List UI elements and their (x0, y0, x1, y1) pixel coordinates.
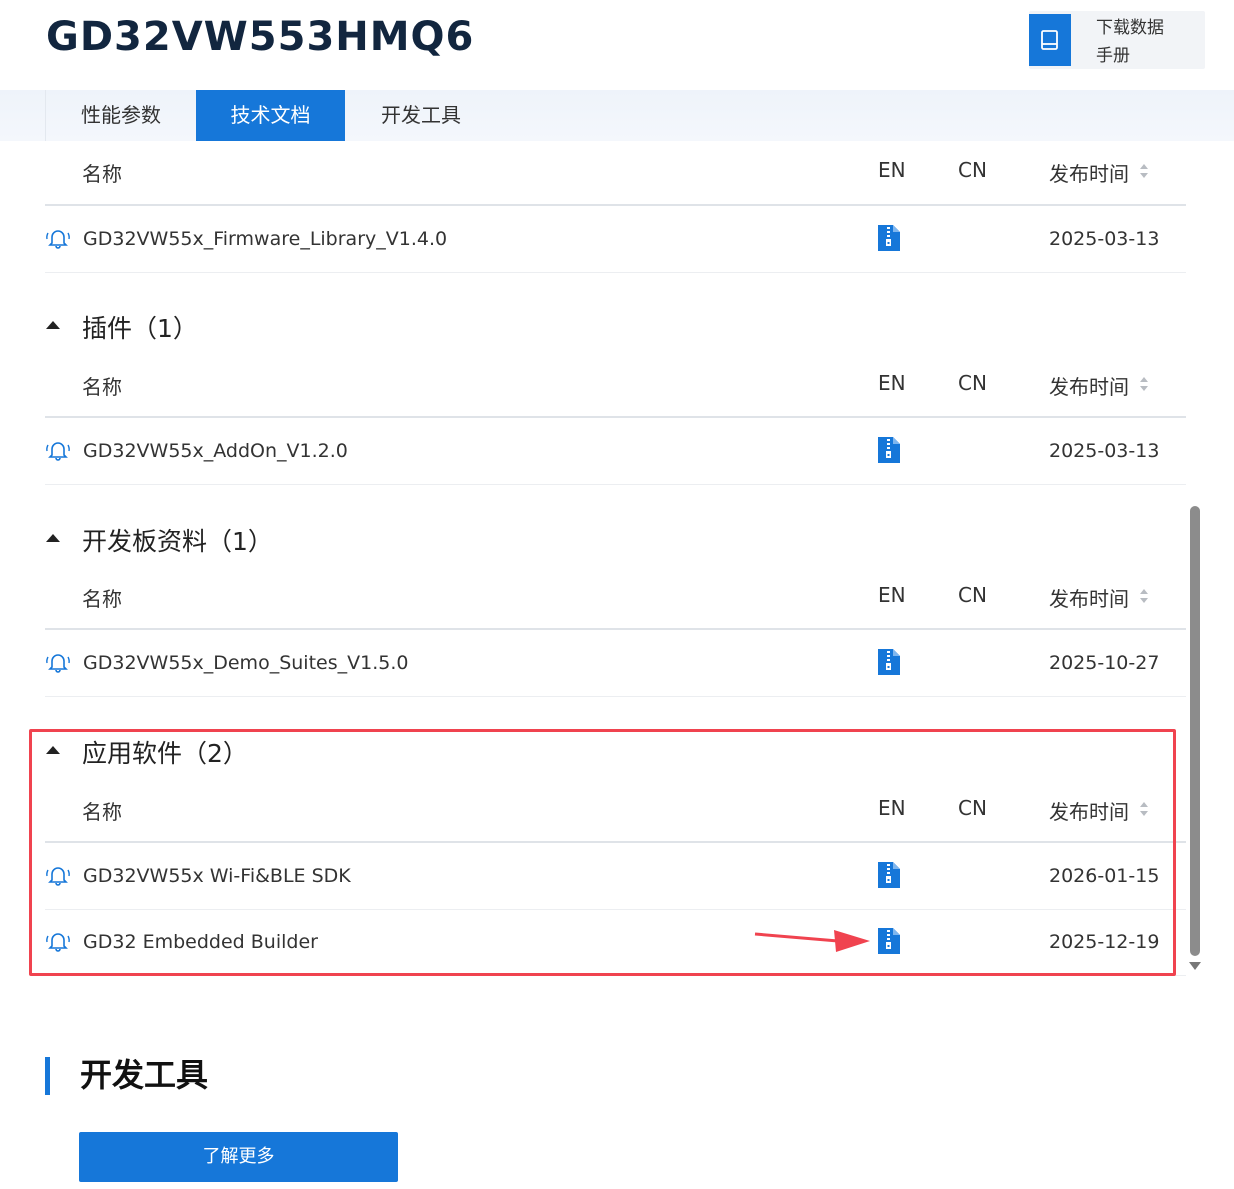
tab-specs[interactable]: 性能参数 (46, 90, 196, 141)
row-divider (45, 484, 1186, 485)
book-icon (1029, 14, 1071, 66)
doc-name: GD32VW55x_Firmware_Library_V1.4.0 (83, 228, 448, 250)
scrollbar-thumb[interactable] (1190, 506, 1200, 956)
download-label-line2: 手册 (1096, 46, 1130, 66)
product-title: GD32VW553HMQ6 (46, 14, 475, 60)
doc-date: 2025-10-27 (1049, 652, 1160, 674)
col-header-date[interactable]: 发布时间 (1049, 158, 1129, 187)
col-header-date[interactable]: 发布时间 (1049, 371, 1129, 400)
download-datasheet-button[interactable]: 下载数据 手册 (1029, 11, 1205, 69)
zip-file-icon[interactable] (878, 225, 900, 251)
page-header: GD32VW553HMQ6 下载数据 手册 (0, 0, 1234, 90)
col-header-name: 名称 (82, 375, 122, 399)
col-header-name: 名称 (82, 587, 122, 611)
zip-file-icon[interactable] (878, 649, 900, 675)
section-title-plugins: 插件（1） (82, 314, 198, 343)
col-header-en: EN (878, 583, 906, 607)
dev-tools-heading: 开发工具 (80, 1056, 209, 1094)
col-header-cn: CN (958, 371, 987, 395)
table-header-divider (45, 204, 1186, 206)
col-header-en: EN (878, 371, 906, 395)
sort-icon[interactable] (1138, 162, 1150, 180)
learn-more-button[interactable]: 了解更多 (79, 1132, 398, 1182)
col-header-name: 名称 (82, 162, 122, 186)
bell-icon[interactable] (45, 439, 71, 461)
section-accent-bar (45, 1057, 50, 1095)
col-header-date[interactable]: 发布时间 (1049, 583, 1129, 612)
tab-bar: 性能参数 技术文档 开发工具 (0, 90, 1234, 141)
zip-file-icon[interactable] (878, 437, 900, 463)
doc-date: 2025-03-13 (1049, 228, 1160, 250)
bell-icon[interactable] (45, 227, 71, 249)
tab-tech-docs[interactable]: 技术文档 (196, 90, 345, 141)
table-header-divider (45, 628, 1186, 630)
col-header-cn: CN (958, 583, 987, 607)
sort-icon[interactable] (1138, 587, 1150, 605)
bell-icon[interactable] (45, 651, 71, 673)
download-label-line1: 下载数据 (1096, 18, 1164, 38)
collapse-caret-icon[interactable] (46, 321, 60, 329)
doc-name: GD32VW55x_Demo_Suites_V1.5.0 (83, 652, 409, 674)
doc-date: 2025-03-13 (1049, 440, 1160, 462)
collapse-caret-icon[interactable] (46, 534, 60, 542)
tab-dev-tools[interactable]: 开发工具 (345, 90, 497, 141)
col-header-cn: CN (958, 158, 987, 182)
table-header-divider (45, 416, 1186, 418)
sort-icon[interactable] (1138, 375, 1150, 393)
highlight-annotation-box (29, 729, 1176, 976)
doc-name: GD32VW55x_AddOn_V1.2.0 (83, 440, 348, 462)
section-title-dev-board: 开发板资料（1） (82, 527, 273, 556)
scroll-down-arrow-icon[interactable] (1189, 962, 1201, 970)
col-header-en: EN (878, 158, 906, 182)
row-divider (45, 696, 1186, 697)
row-divider (45, 272, 1186, 273)
